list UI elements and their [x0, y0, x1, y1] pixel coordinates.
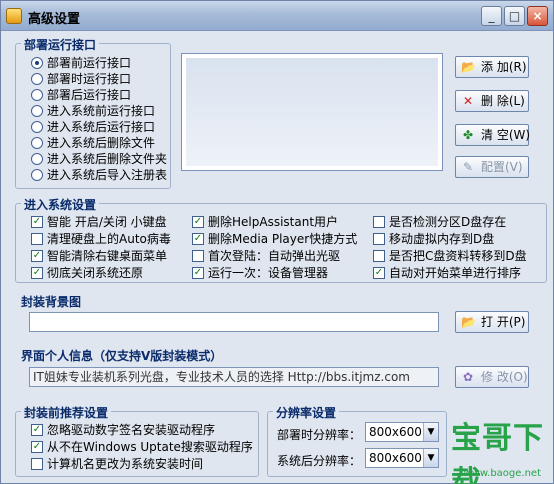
- config-icon: ✎: [462, 160, 474, 174]
- radio-dot[interactable]: [31, 153, 43, 165]
- open-icon: 📂: [461, 315, 476, 329]
- modify-icon: ✿: [462, 370, 474, 384]
- checkbox[interactable]: [31, 233, 43, 245]
- combo-arrow-icon[interactable]: ▼: [423, 449, 438, 467]
- checkbox[interactable]: [373, 250, 385, 262]
- checkbox[interactable]: ✓: [31, 441, 43, 453]
- deploy-resolution-label: 部署时分辨率：: [277, 428, 362, 442]
- radio-dot[interactable]: [31, 121, 43, 133]
- radio-dot[interactable]: [31, 137, 43, 149]
- window-title: 高级设置: [28, 12, 81, 27]
- radio-dot[interactable]: [31, 105, 43, 117]
- clear-button[interactable]: ✤ 清 空(W): [455, 124, 530, 146]
- deploy-resolution-select[interactable]: 800x600 ▼: [365, 422, 439, 442]
- minimize-button[interactable]: _: [481, 6, 502, 26]
- recommend-group-label: 封装前推荐设置: [21, 404, 112, 421]
- close-button[interactable]: ×: [527, 6, 548, 26]
- checkbox[interactable]: ✓: [192, 267, 204, 279]
- checkbox[interactable]: ✓: [31, 250, 43, 262]
- resolution-group-label: 分辨率设置: [273, 404, 340, 421]
- checkbox[interactable]: ✓: [31, 267, 43, 279]
- checkbox[interactable]: ✓: [31, 424, 43, 436]
- app-icon: [6, 8, 22, 24]
- radio-dot[interactable]: [31, 169, 43, 181]
- watermark-url: www.baoge.net: [463, 468, 541, 479]
- config-button[interactable]: ✎ 配置(V): [455, 156, 529, 178]
- open-button[interactable]: 📂 打 开(P): [455, 311, 529, 333]
- list-box-content: [186, 58, 438, 166]
- modify-button[interactable]: ✿ 修 改(O): [455, 366, 529, 388]
- deploy-group-label: 部署运行接口: [21, 36, 100, 53]
- radio-dot[interactable]: [31, 73, 43, 85]
- checkbox[interactable]: [192, 250, 204, 262]
- checkbox[interactable]: ✓: [31, 216, 43, 228]
- add-button[interactable]: 📂 添 加(R): [455, 56, 529, 78]
- title-bar[interactable]: 高级设置 _ □ ×: [1, 1, 553, 31]
- site-watermark: 宝哥下载 www.baoge.net: [451, 407, 547, 484]
- system-resolution-select[interactable]: 800x600 ▼: [365, 448, 439, 468]
- background-label: 封装背景图: [21, 295, 82, 309]
- system-settings-label: 进入系统设置: [21, 196, 100, 213]
- combo-arrow-icon[interactable]: ▼: [423, 423, 438, 441]
- interface-list-box[interactable]: [181, 53, 443, 171]
- advanced-settings-window: 高级设置 _ □ × 部署运行接口 部署前运行接口 部署时运行接口 部署后运行接…: [0, 0, 554, 484]
- checkbox[interactable]: [373, 216, 385, 228]
- maximize-button[interactable]: □: [504, 6, 525, 26]
- checkbox[interactable]: ✓: [192, 233, 204, 245]
- checkbox[interactable]: [31, 458, 43, 470]
- personal-info-input[interactable]: IT姐妹专业装机系列光盘，专业技术人员的选择 Http://bbs.itjmz.…: [29, 367, 439, 387]
- clear-icon: ✤: [462, 128, 474, 142]
- system-resolution-label: 系统后分辨率：: [277, 454, 362, 468]
- radio-dot[interactable]: [31, 57, 43, 69]
- background-path-input[interactable]: [29, 312, 439, 332]
- delete-icon: ✕: [462, 94, 474, 108]
- delete-button[interactable]: ✕ 删 除(L): [455, 90, 529, 112]
- add-icon: 📂: [461, 60, 476, 74]
- checkbox[interactable]: ✓: [373, 267, 385, 279]
- checkbox[interactable]: ✓: [192, 216, 204, 228]
- personal-info-label: 界面个人信息（仅支持V版封装模式）: [21, 349, 223, 363]
- checkbox[interactable]: [373, 233, 385, 245]
- radio-dot[interactable]: [31, 89, 43, 101]
